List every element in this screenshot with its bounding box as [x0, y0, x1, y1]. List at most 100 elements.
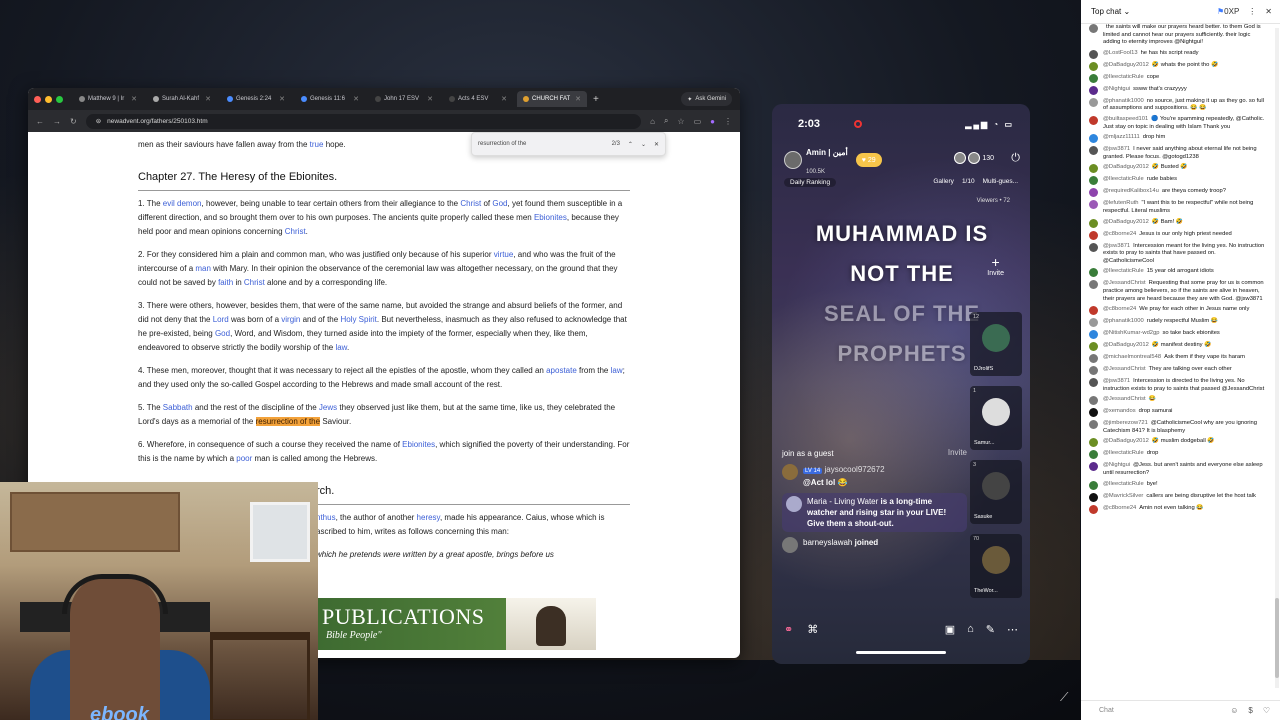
extension-icon[interactable]: ⌂	[650, 117, 655, 126]
chat-username[interactable]: @IleectaticRule	[1103, 268, 1144, 274]
chat-username[interactable]: @jsw3871	[1103, 243, 1130, 249]
chat-message[interactable]: @xemandos drop samurai	[1089, 408, 1267, 418]
chat-avatar[interactable]	[1089, 492, 1098, 502]
chat-username[interactable]: @c8borne24	[1103, 505, 1136, 511]
find-next-icon[interactable]: ⌄	[641, 141, 646, 148]
heart-badge[interactable]: ♥ 29	[855, 153, 882, 167]
chat-avatar[interactable]	[1089, 366, 1098, 376]
chat-avatar[interactable]	[1089, 438, 1098, 448]
chat-message[interactable]: @jsw3871 I never said anything about eter…	[1089, 146, 1267, 161]
find-input[interactable]: resurrection of the	[478, 141, 604, 147]
link-lord[interactable]: Lord	[213, 315, 229, 324]
chat-message[interactable]: @DaBadguy2012 🤣 manifest destiny 🤣	[1089, 342, 1267, 352]
back-icon[interactable]: ←	[36, 117, 44, 126]
chat-username[interactable]: @MavrickSilver	[1103, 493, 1143, 499]
chat-message[interactable]: @JessandChrist Requesting that some pray …	[1089, 280, 1267, 303]
chat-username[interactable]: @xemandos	[1103, 408, 1136, 414]
host-info[interactable]: Amin | أمين 100.5K ♥ 29	[784, 148, 882, 175]
chat-username[interactable]: @IleectaticRule	[1103, 481, 1144, 487]
guest-slot[interactable]: 3 Sasuke	[970, 460, 1022, 524]
chat-avatar[interactable]	[1089, 462, 1098, 472]
tab-genesis-2[interactable]: Genesis 2:24 ✕	[221, 91, 291, 107]
home-indicator[interactable]	[856, 651, 946, 654]
close-tab-icon[interactable]: ✕	[501, 95, 507, 103]
invite-link[interactable]: Invite	[948, 448, 967, 457]
chat-message[interactable]: @jsw3871 Intercession meant for the livin…	[1089, 242, 1267, 266]
chat-message[interactable]: @phanatik1000 rudely respectful Muslim 😂	[1089, 318, 1267, 328]
tab-surah[interactable]: Surah Al-Kahf ✕	[147, 91, 217, 107]
chat-message[interactable]: @IleectaticRule 15 year old arrogant idio…	[1089, 268, 1267, 278]
link-man[interactable]: man	[195, 264, 211, 273]
chat-avatar[interactable]	[1089, 85, 1098, 95]
chat-scrollbar[interactable]	[1275, 28, 1279, 688]
find-close-icon[interactable]: ✕	[654, 141, 659, 148]
chat-avatar[interactable]	[1089, 242, 1098, 252]
comment-icon[interactable]: ▣	[945, 623, 955, 636]
chat-username[interactable]: @Nightgui	[1103, 86, 1130, 92]
tab-acts-4[interactable]: Acts 4 ESV ✕	[443, 91, 513, 107]
publications-ad-banner[interactable]: PUBLICATIONS Bible People"	[318, 598, 596, 650]
chat-avatar[interactable]	[1089, 408, 1098, 418]
chat-message[interactable]: @requiredKalibox14u are theya comedy troo…	[1089, 188, 1267, 198]
tab-john-17[interactable]: John 17 ESV ✕	[369, 91, 439, 107]
multi-guest-icon[interactable]: ⚭	[784, 623, 793, 636]
emoji-icon[interactable]: ☺	[1230, 706, 1238, 715]
close-tab-icon[interactable]: ✕	[131, 95, 137, 103]
link-demon[interactable]: demon	[177, 199, 201, 208]
chat-username[interactable]: @DaBadguy2012	[1103, 342, 1149, 348]
chat-message[interactable]: @NitishKumar-wd2gp so take back ebionites	[1089, 330, 1267, 340]
chat-message[interactable]: @c8borne24 Amin not even talking 😂	[1089, 504, 1267, 514]
chat-avatar[interactable]	[1089, 280, 1098, 290]
maximize-window-button[interactable]	[56, 95, 63, 103]
link-christ[interactable]: Christ	[285, 227, 306, 236]
chat-username[interactable]: @NitishKumar-wd2gp	[1103, 330, 1159, 336]
chat-username[interactable]: @IleectaticRule	[1103, 176, 1144, 182]
chat-avatar[interactable]	[1089, 318, 1098, 328]
chat-avatar[interactable]	[1089, 164, 1098, 174]
chat-username[interactable]: @JessandChrist	[1103, 280, 1146, 286]
profile-icon[interactable]: ●	[710, 117, 715, 126]
chat-username[interactable]: @Nightgui	[1103, 462, 1130, 468]
link-virgin[interactable]: virgin	[281, 315, 300, 324]
invite-button[interactable]: + Invite	[987, 254, 1004, 277]
chat-message[interactable]: @c8borne24 We pray for each other in Jesu…	[1089, 306, 1267, 316]
chat-username[interactable]: @c8borne24	[1103, 306, 1136, 312]
chat-message[interactable]: @Nightgui ssww that's crazyyyy	[1089, 85, 1267, 95]
chat-avatar[interactable]	[1089, 342, 1098, 352]
link-faith[interactable]: faith	[218, 278, 233, 287]
chat-message[interactable]: @mljazz11111 drop him	[1089, 134, 1267, 144]
chat-message[interactable]: @phanatik1000 no source, just making it u…	[1089, 97, 1267, 113]
chat-username[interactable]: @mljazz11111	[1103, 134, 1140, 140]
close-tab-icon[interactable]: ✕	[205, 95, 211, 103]
chat-message[interactable]: @LostFool13 he has his script ready	[1089, 49, 1267, 59]
link-god[interactable]: God	[492, 199, 507, 208]
chat-username[interactable]: @jsw3871	[1103, 146, 1130, 152]
chat-message[interactable]: @IleectaticRule cope	[1089, 73, 1267, 83]
viewer-avatars[interactable]: 130	[954, 152, 994, 164]
link-ebionites[interactable]: Ebionites	[534, 213, 567, 222]
chat-avatar[interactable]	[1089, 450, 1098, 460]
heart-reaction-icon[interactable]: ♡	[1263, 706, 1270, 715]
tab-matthew[interactable]: Matthew 9 | Ir ✕	[73, 91, 143, 107]
close-window-button[interactable]	[34, 95, 41, 103]
tab-church-fathers[interactable]: CHURCH FAT ✕	[517, 91, 587, 107]
gallery-button[interactable]: Gallery	[933, 178, 954, 187]
chat-username[interactable]: @DaBadguy2012	[1103, 164, 1149, 170]
chat-avatar[interactable]	[1089, 504, 1098, 514]
link-cerinthus[interactable]: nthus	[316, 513, 336, 522]
chat-avatar[interactable]	[1089, 378, 1098, 388]
link-law[interactable]: law	[335, 343, 347, 352]
chat-username[interactable]: @builtaspeed101	[1103, 116, 1148, 122]
chat-message[interactable]: @c8borne24 Jesus is our only high priest …	[1089, 230, 1267, 240]
chat-username[interactable]: @c8borne24	[1103, 231, 1136, 237]
chat-avatar[interactable]	[1089, 306, 1098, 316]
edit-icon[interactable]: ✎	[986, 623, 995, 636]
link-virtue[interactable]: virtue	[494, 250, 514, 259]
chat-avatar[interactable]	[1089, 115, 1098, 125]
chat-username[interactable]: @lefutenRuth	[1103, 200, 1139, 206]
xp-badge[interactable]: ⚑0XP	[1217, 7, 1239, 16]
chat-username[interactable]: @DaBadguy2012	[1103, 62, 1149, 68]
link-poor[interactable]: poor	[236, 454, 252, 463]
chat-message[interactable]: @DaBadguy2012 🤣 Busted 🤣	[1089, 164, 1267, 174]
chat-username[interactable]: @phanatik1000	[1103, 98, 1144, 104]
